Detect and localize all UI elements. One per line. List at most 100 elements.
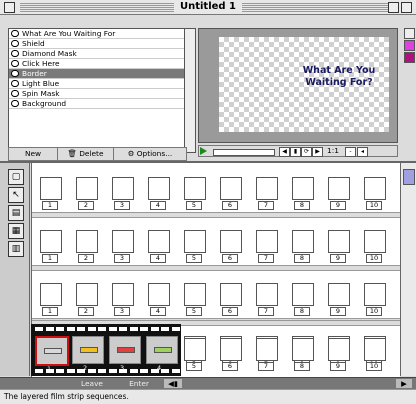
frame-number: 8 — [294, 201, 310, 210]
frame-cell[interactable] — [292, 177, 314, 200]
frame-cell[interactable] — [40, 283, 62, 306]
timeline-track[interactable] — [213, 149, 275, 156]
frame-cell[interactable] — [40, 177, 62, 200]
fill-icon[interactable] — [404, 52, 415, 63]
pattern-icon[interactable] — [404, 40, 415, 51]
film-frame-number: 1 — [47, 365, 52, 373]
frame-cell[interactable] — [76, 177, 98, 200]
film-perforation — [77, 327, 85, 331]
frame-cell[interactable] — [364, 283, 386, 306]
layer-options-button[interactable]: ⚙ Options... — [113, 147, 187, 161]
frame-cell[interactable] — [256, 230, 278, 253]
film-frame[interactable]: 3 — [109, 336, 141, 372]
frame-cell[interactable] — [112, 177, 134, 200]
frame-thumbnail — [80, 347, 98, 353]
frame-cell[interactable] — [328, 283, 350, 306]
eye-icon[interactable] — [11, 100, 19, 107]
layer-row[interactable]: Shield — [9, 39, 184, 49]
step-forward-icon[interactable]: ▶ — [312, 147, 323, 157]
film-frame[interactable]: 4 — [146, 336, 178, 372]
new-layer-button[interactable]: New — [8, 147, 58, 161]
zoom-out-icon[interactable]: - — [345, 147, 356, 157]
preview-text: What Are You Waiting For? — [302, 65, 376, 88]
step-back-icon[interactable]: ▮ — [290, 147, 301, 157]
layer-row[interactable]: Click Here — [9, 59, 184, 69]
frame-cell[interactable] — [220, 283, 242, 306]
film-frame[interactable]: 1 — [35, 336, 69, 373]
layer-row[interactable]: Diamond Mask — [9, 49, 184, 59]
frame-number: 8 — [294, 362, 310, 371]
frame-cell[interactable] — [184, 177, 206, 200]
frame-cell[interactable] — [328, 230, 350, 253]
scroll-left-icon[interactable]: ◀▮ — [164, 379, 182, 388]
frame-cell[interactable] — [328, 177, 350, 200]
film-frame[interactable]: 2 — [72, 336, 104, 372]
enter-button[interactable]: Enter — [118, 379, 160, 388]
layer-row[interactable]: Border — [9, 69, 184, 79]
frame-cell[interactable] — [184, 283, 206, 306]
frame-cell[interactable] — [40, 230, 62, 253]
frame-cell[interactable] — [292, 283, 314, 306]
eye-icon[interactable] — [11, 90, 19, 97]
strip-separator — [32, 212, 401, 218]
document-tool-icon[interactable]: ▤ — [8, 205, 24, 221]
frame-cell[interactable] — [256, 338, 278, 361]
eye-icon[interactable] — [11, 30, 19, 37]
zoom-box-icon[interactable] — [388, 2, 399, 13]
eye-icon[interactable] — [11, 40, 19, 47]
frame-cell[interactable] — [76, 230, 98, 253]
loop-icon[interactable]: ⟳ — [301, 147, 312, 157]
eye-icon[interactable] — [11, 60, 19, 67]
frame-cell[interactable] — [220, 230, 242, 253]
frame-cell[interactable] — [256, 177, 278, 200]
frame-cell[interactable] — [328, 338, 350, 361]
frame-cell[interactable] — [112, 230, 134, 253]
layer-row[interactable]: Background — [9, 99, 184, 109]
frame-number: 4 — [150, 254, 166, 263]
frame-cell[interactable] — [220, 177, 242, 200]
film-strip[interactable]: 1 2 3 4 — [31, 324, 181, 376]
frame-grid-scrollbar[interactable] — [400, 163, 416, 376]
frame-cell[interactable] — [112, 283, 134, 306]
film-tool-icon[interactable]: ▦ — [8, 223, 24, 239]
leave-button[interactable]: Leave — [70, 379, 114, 388]
frame-cell[interactable] — [76, 283, 98, 306]
close-box-icon[interactable] — [4, 2, 15, 13]
frame-cell[interactable] — [220, 338, 242, 361]
delete-layer-button[interactable]: 🗑 Delete — [57, 147, 114, 161]
frame-cell[interactable] — [148, 177, 170, 200]
eye-icon[interactable] — [11, 80, 19, 87]
film-perforation — [129, 369, 138, 373]
title-bar[interactable]: Untitled 1 — [0, 0, 416, 15]
frame-cell[interactable] — [148, 283, 170, 306]
film-perforation — [98, 369, 106, 373]
layer-list[interactable]: What Are You Waiting For Shield Diamond Ma… — [8, 28, 185, 153]
frame-cell[interactable] — [364, 230, 386, 253]
scroll-right-icon[interactable]: ▶ — [396, 379, 412, 388]
layer-row[interactable]: What Are You Waiting For — [9, 29, 184, 39]
frame-cell[interactable] — [148, 230, 170, 253]
eye-icon[interactable] — [11, 50, 19, 57]
frame-cell[interactable] — [256, 283, 278, 306]
layer-list-scrollbar[interactable] — [185, 28, 196, 153]
frame-cell[interactable] — [292, 338, 314, 361]
layer-row[interactable]: Light Blue — [9, 79, 184, 89]
preview-pane: What Are You Waiting For? — [198, 28, 398, 143]
frame-cell[interactable] — [364, 177, 386, 200]
rewind-icon[interactable]: ◀ — [279, 147, 290, 157]
frame-tool-icon[interactable]: ▢ — [8, 169, 24, 185]
scroll-thumb[interactable] — [403, 169, 415, 185]
zoom-left-icon[interactable]: ◂ — [357, 147, 368, 157]
frame-number: 2 — [78, 254, 94, 263]
eye-icon[interactable] — [11, 70, 19, 77]
frame-cell[interactable] — [184, 230, 206, 253]
play-icon[interactable] — [200, 147, 207, 155]
frame-cell[interactable] — [292, 230, 314, 253]
layer-row[interactable]: Spin Mask — [9, 89, 184, 99]
frame-cell[interactable] — [184, 338, 206, 361]
frame-cell[interactable] — [364, 338, 386, 361]
trash-tool-icon[interactable]: ▥ — [8, 241, 24, 257]
cursor-tool-icon[interactable]: ↖ — [8, 187, 24, 203]
color-swatch-icon[interactable] — [404, 28, 415, 39]
collapse-box-icon[interactable] — [401, 2, 412, 13]
